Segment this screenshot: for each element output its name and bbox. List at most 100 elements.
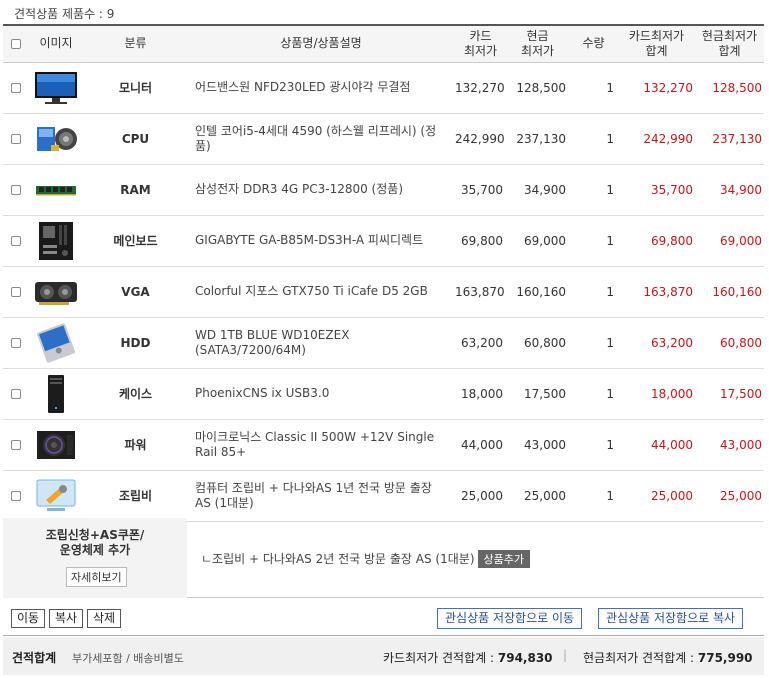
category-label: 모니터 xyxy=(84,62,187,114)
cash-total: 25,000 xyxy=(695,470,764,522)
row-checkbox[interactable] xyxy=(3,62,28,114)
card-price: 242,990 xyxy=(455,113,506,165)
card-price: 25,000 xyxy=(455,470,506,522)
select-all-checkbox[interactable] xyxy=(3,24,28,63)
estimate-count: 견적상품 제품수 : 9 xyxy=(14,7,115,21)
card-total: 44,000 xyxy=(618,419,695,471)
card-total-summary: 카드최저가 견적합계 : 794,830 xyxy=(383,649,553,666)
table-row: VGA Colorful 지포스 GTX750 Ti iCafe D5 2GB … xyxy=(3,266,764,318)
details-button[interactable]: 자세히보기 xyxy=(66,567,127,587)
header-image: 이미지 xyxy=(28,24,84,63)
card-price: 63,200 xyxy=(455,317,506,369)
product-name-link[interactable]: GIGABYTE GA-B85M-DS3H-A 피씨디렉트 xyxy=(187,215,455,267)
header-cash-min-line1: 현금 xyxy=(526,28,549,43)
assembly-option-text: ㄴ조립비 + 다나와AS 2년 전국 방문 출장 AS (1대분) xyxy=(201,552,475,566)
product-name-link[interactable]: 컴퓨터 조립비 + 다나와AS 1년 전국 방문 출장 AS (1대분) xyxy=(187,470,455,522)
header-card-total-line2: 합계 xyxy=(645,43,668,58)
cash-total: 128,500 xyxy=(695,62,764,114)
header-category: 분류 xyxy=(84,24,187,63)
row-checkbox[interactable] xyxy=(3,419,28,471)
row-checkbox[interactable] xyxy=(3,470,28,522)
product-name-link[interactable]: 어드밴스원 NFD230LED 광시야각 무결점 xyxy=(187,62,455,114)
row-checkbox[interactable] xyxy=(3,215,28,267)
category-label: 조립비 xyxy=(84,470,187,522)
row-checkbox[interactable] xyxy=(3,113,28,165)
vga-icon[interactable] xyxy=(33,272,79,312)
card-total: 163,870 xyxy=(618,266,695,318)
case-icon[interactable] xyxy=(33,374,79,414)
header-cash-min: 현금 최저가 xyxy=(506,24,569,63)
cash-total: 160,160 xyxy=(695,266,764,318)
header-card-total: 카드최저가 합계 xyxy=(618,24,695,63)
cash-total: 69,000 xyxy=(695,215,764,267)
table-row: 파워 마이크로닉스 Classic II 500W +12V Single Ra… xyxy=(3,419,764,471)
quantity[interactable]: 1 xyxy=(569,266,618,318)
motherboard-icon[interactable] xyxy=(33,221,79,261)
cash-price: 17,500 xyxy=(506,368,569,420)
total-separator: | xyxy=(563,648,568,662)
category-label: CPU xyxy=(84,113,187,165)
cpu-icon[interactable] xyxy=(33,119,79,159)
delete-button[interactable]: 삭제 xyxy=(87,609,122,628)
monitor-icon[interactable] xyxy=(33,68,79,108)
quantity[interactable]: 1 xyxy=(569,215,618,267)
quantity[interactable]: 1 xyxy=(569,419,618,471)
card-total-label: 카드최저가 견적합계 : xyxy=(383,651,495,665)
cash-price: 34,900 xyxy=(506,164,569,216)
add-product-button[interactable]: 상품추가 xyxy=(477,550,530,568)
save-move-button[interactable]: 관심상품 저장함으로 이동 xyxy=(437,608,583,629)
card-price: 35,700 xyxy=(455,164,506,216)
card-total: 35,700 xyxy=(618,164,695,216)
total-note: 부가세포함 / 배송비별도 xyxy=(72,652,184,665)
cash-total: 60,800 xyxy=(695,317,764,369)
table-row: RAM 삼성전자 DDR3 4G PC3-12800 (정품) 35,700 3… xyxy=(3,164,764,216)
card-total: 132,270 xyxy=(618,62,695,114)
category-label: 케이스 xyxy=(84,368,187,420)
cash-price: 69,000 xyxy=(506,215,569,267)
product-name-link[interactable]: 인텔 코어i5-4세대 4590 (하스웰 리프레시) (정품) xyxy=(187,113,455,165)
cash-price: 237,130 xyxy=(506,113,569,165)
table-row: 메인보드 GIGABYTE GA-B85M-DS3H-A 피씨디렉트 69,80… xyxy=(3,215,764,267)
quantity[interactable]: 1 xyxy=(569,317,618,369)
cash-total-label: 현금최저가 견적합계 : xyxy=(583,651,695,665)
category-label: 메인보드 xyxy=(84,215,187,267)
table-row: 케이스 PhoenixCNS ix USB3.0 18,000 17,500 1… xyxy=(3,368,764,420)
assembly-icon[interactable] xyxy=(33,476,79,516)
row-checkbox[interactable] xyxy=(3,317,28,369)
product-name-link[interactable]: PhoenixCNS ix USB3.0 xyxy=(187,368,455,420)
card-total: 63,200 xyxy=(618,317,695,369)
ram-icon[interactable] xyxy=(33,170,79,210)
save-copy-button[interactable]: 관심상품 저장함으로 복사 xyxy=(598,608,744,629)
copy-button[interactable]: 복사 xyxy=(49,609,84,628)
cash-price: 128,500 xyxy=(506,62,569,114)
table-row: CPU 인텔 코어i5-4세대 4590 (하스웰 리프레시) (정품) 242… xyxy=(3,113,764,165)
product-name-link[interactable]: 마이크로닉스 Classic II 500W +12V Single Rail … xyxy=(187,419,455,471)
row-checkbox[interactable] xyxy=(3,368,28,420)
hdd-icon[interactable] xyxy=(33,322,79,363)
product-name-link[interactable]: 삼성전자 DDR3 4G PC3-12800 (정품) xyxy=(187,164,455,216)
table-row: HDD WD 1TB BLUE WD10EZEX (SATA3/7200/64M… xyxy=(3,317,764,369)
assembly-title-line2: 운영체제 추가 xyxy=(59,543,131,557)
assembly-option-row: ㄴ조립비 + 다나와AS 2년 전국 방문 출장 AS (1대분) 상품추가 xyxy=(201,550,530,568)
estimate-table: 이미지 분류 상품명/상품설명 카드 최저가 현금 최저가 수량 카드최저가 합계 현… xyxy=(3,24,764,522)
cash-price: 25,000 xyxy=(506,470,569,522)
row-checkbox[interactable] xyxy=(3,164,28,216)
cash-price: 60,800 xyxy=(506,317,569,369)
header-cash-total: 현금최저가 합계 xyxy=(695,24,764,63)
quantity[interactable]: 1 xyxy=(569,62,618,114)
product-name-link[interactable]: WD 1TB BLUE WD10EZEX (SATA3/7200/64M) xyxy=(187,317,455,369)
row-checkbox[interactable] xyxy=(3,266,28,318)
card-total-value: 794,830 xyxy=(497,651,553,665)
quantity[interactable]: 1 xyxy=(569,470,618,522)
quantity[interactable]: 1 xyxy=(569,368,618,420)
cash-price: 43,000 xyxy=(506,419,569,471)
quantity[interactable]: 1 xyxy=(569,164,618,216)
product-name-link[interactable]: Colorful 지포스 GTX750 Ti iCafe D5 2GB xyxy=(187,266,455,318)
header-card-min-line1: 카드 xyxy=(469,28,492,43)
card-total: 18,000 xyxy=(618,368,695,420)
quantity[interactable]: 1 xyxy=(569,113,618,165)
move-button[interactable]: 이동 xyxy=(11,609,46,628)
table-row: 조립비 컴퓨터 조립비 + 다나와AS 1년 전국 방문 출장 AS (1대분)… xyxy=(3,470,764,522)
psu-icon[interactable] xyxy=(33,425,79,465)
header-qty: 수량 xyxy=(569,24,618,63)
